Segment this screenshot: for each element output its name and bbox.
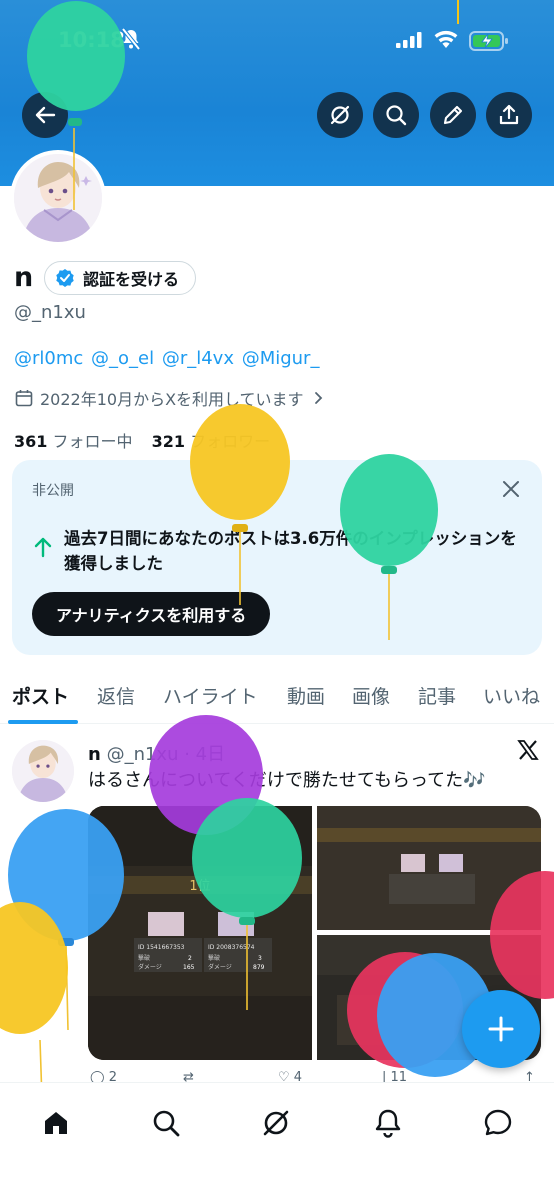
hits-value-a: 2 xyxy=(188,955,192,962)
silent-mode-bell-icon xyxy=(121,27,141,54)
damage-value-b: 879 xyxy=(253,964,265,971)
analytics-card: 非公開 過去7日間にあなたのポストは3.6万件のインプレッションを獲得しました … xyxy=(12,460,542,655)
plus-icon xyxy=(488,1016,514,1042)
close-icon xyxy=(503,481,519,497)
follow-stats: 361 フォロー中 321 フォロワー xyxy=(14,428,270,452)
followers-link[interactable]: 321 フォロワー xyxy=(152,432,271,451)
wifi-icon xyxy=(433,29,459,53)
post-author-avatar[interactable] xyxy=(12,740,74,802)
following-link[interactable]: 361 フォロー中 xyxy=(14,432,133,451)
damage-value-a: 165 xyxy=(183,964,195,971)
row-damage-label-b: ダメージ xyxy=(208,963,232,971)
bottom-navigation xyxy=(0,1082,554,1200)
nav-home[interactable] xyxy=(36,1103,76,1143)
bio-mentions[interactable]: @rl0mc @_o_el @r_l4vx @Migur_ xyxy=(14,348,319,369)
rank-label: 1位 xyxy=(189,879,210,894)
nav-grok[interactable] xyxy=(256,1103,296,1143)
tab-likes[interactable]: いいね xyxy=(483,682,540,709)
row-hits-label-a: 撃破 xyxy=(138,954,150,962)
chevron-right-icon xyxy=(314,392,322,404)
display-name: n xyxy=(14,262,34,293)
back-arrow-icon xyxy=(35,106,56,124)
post-image-1[interactable]: 1位 ID 1541667353 ID 2008376574 撃破 2 撃破 3… xyxy=(88,806,312,1060)
player-id-a: ID 1541667353 xyxy=(138,944,185,951)
edit-pencil-icon xyxy=(443,105,463,125)
search-button[interactable] xyxy=(373,92,419,138)
share-button[interactable] xyxy=(486,92,532,138)
post-time[interactable]: 4日 xyxy=(196,744,225,765)
grok-icon xyxy=(330,105,350,125)
active-tab-indicator xyxy=(8,720,78,724)
joined-date-row[interactable]: 2022年10月からXを利用しています xyxy=(14,386,326,410)
cellular-signal-icon xyxy=(396,32,422,52)
tab-articles[interactable]: 記事 xyxy=(418,682,456,709)
post-text: はるさんについてくだけで勝たせてもらってた🎶 xyxy=(88,770,486,791)
grok-button[interactable] xyxy=(317,92,363,138)
impressions-message: 過去7日間にあなたのポストは3.6万件のインプレッションを獲得しました xyxy=(64,529,517,573)
get-verified-button[interactable]: 認証を受ける xyxy=(44,261,197,295)
row-damage-label-a: ダメージ xyxy=(138,963,162,971)
tab-replies[interactable]: 返信 xyxy=(97,682,135,709)
nav-messages[interactable] xyxy=(478,1103,518,1143)
profile-tabs: ポスト 返信 ハイライト 動画 画像 記事 いいね xyxy=(0,670,554,724)
post-image-2[interactable] xyxy=(317,806,541,930)
trend-up-arrow-icon xyxy=(34,536,52,562)
tab-posts[interactable]: ポスト xyxy=(12,682,69,709)
grok-icon xyxy=(263,1110,289,1136)
post-header: n @_n1xu · 4日 xyxy=(88,744,226,765)
battery-charging-icon xyxy=(469,31,509,55)
player-id-b: ID 2008376574 xyxy=(208,944,255,951)
use-analytics-button[interactable]: アナリティクスを利用する xyxy=(32,592,271,636)
get-verified-label: 認証を受ける xyxy=(83,270,180,289)
tab-highlights[interactable]: ハイライト xyxy=(163,682,258,709)
edit-profile-button[interactable] xyxy=(430,92,476,138)
nav-search[interactable] xyxy=(146,1103,186,1143)
calendar-icon xyxy=(15,390,33,407)
notifications-bell-icon xyxy=(375,1109,401,1138)
status-time: 10:18 xyxy=(58,28,125,52)
tab-videos[interactable]: 動画 xyxy=(287,682,325,709)
profile-handle: @_n1xu xyxy=(14,302,86,323)
followers-count: 321 xyxy=(151,432,186,451)
hits-value-b: 3 xyxy=(258,955,262,962)
compose-post-button[interactable] xyxy=(462,990,540,1068)
profile-avatar[interactable] xyxy=(10,150,106,246)
back-button[interactable] xyxy=(22,92,68,138)
search-icon xyxy=(386,105,407,126)
private-label: 非公開 xyxy=(32,483,74,499)
followers-label: フォロワー xyxy=(190,432,271,451)
messages-icon xyxy=(484,1109,512,1136)
search-icon xyxy=(153,1110,180,1137)
status-bar: 10:18 xyxy=(0,22,554,62)
x-logo-icon xyxy=(516,738,540,766)
row-hits-label-b: 撃破 xyxy=(208,954,220,962)
tab-images[interactable]: 画像 xyxy=(352,682,390,709)
following-count: 361 xyxy=(14,432,48,451)
post-author-name[interactable]: n xyxy=(88,744,101,765)
verified-badge-icon xyxy=(56,269,74,287)
close-card-button[interactable] xyxy=(500,478,522,504)
home-icon xyxy=(45,1112,67,1134)
share-icon xyxy=(499,104,519,125)
following-label: フォロー中 xyxy=(52,432,133,451)
nav-notifications[interactable] xyxy=(368,1103,408,1143)
post-author-handle[interactable]: @_n1xu xyxy=(107,744,179,765)
joined-date-text: 2022年10月からXを利用しています xyxy=(40,390,304,409)
